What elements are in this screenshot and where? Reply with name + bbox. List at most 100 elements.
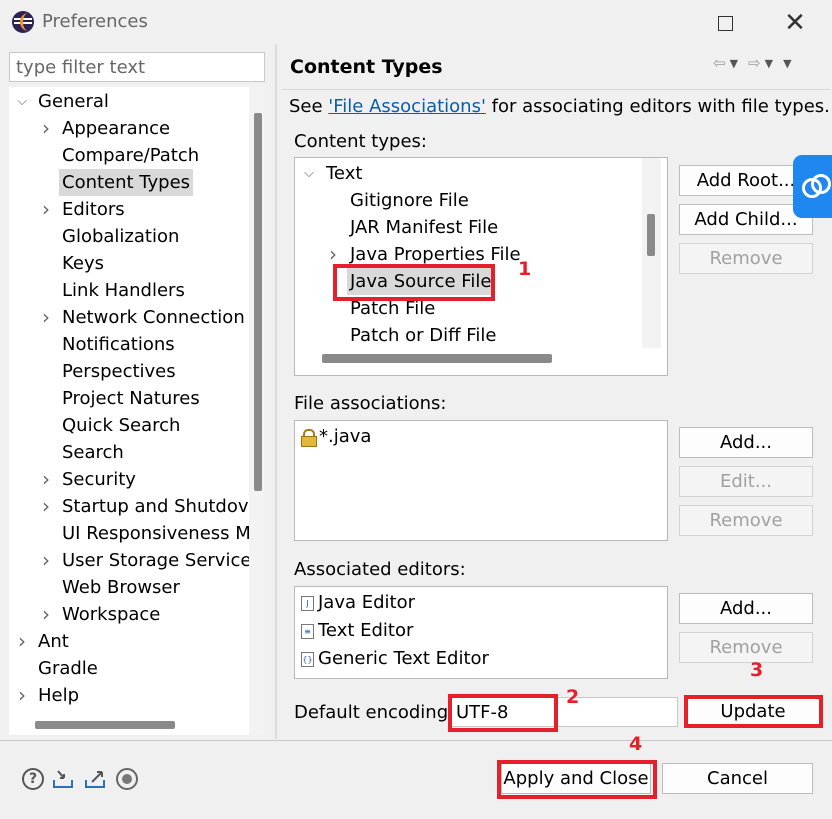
view-menu-icon[interactable]: ▼ — [783, 57, 791, 70]
tree-vertical-scroll-thumb[interactable] — [254, 113, 262, 491]
file-association-label: *.java — [319, 426, 372, 447]
import-icon[interactable] — [52, 768, 74, 790]
tree-item-label: Help — [38, 685, 80, 706]
tree-item-label: Ant — [38, 631, 69, 652]
filter-input[interactable] — [9, 52, 265, 82]
tree-item-startup-and-shutdov[interactable]: › Startup and Shutdov — [9, 493, 249, 520]
chevron-right-icon[interactable]: › — [38, 601, 54, 628]
tree-item-label: Notifications — [62, 334, 175, 355]
annotation-box-update — [684, 695, 823, 728]
tree-item-search[interactable]: Search — [9, 439, 249, 466]
chevron-right-icon[interactable]: › — [38, 493, 54, 520]
content-types-horizontal-scroll-thumb[interactable] — [322, 354, 552, 363]
forward-dropdown-icon[interactable]: ▼ — [765, 57, 773, 70]
tree-item-link-handlers[interactable]: Link Handlers — [9, 277, 249, 304]
tree-item-editors[interactable]: › Editors — [9, 196, 249, 223]
edit-file-association-button[interactable]: Edit... — [679, 466, 813, 497]
tree-item-label: Perspectives — [62, 361, 176, 382]
tree-item-quick-search[interactable]: Quick Search — [9, 412, 249, 439]
annotation-number-4: 4 — [629, 733, 643, 755]
tree-item-globalization[interactable]: Globalization — [9, 223, 249, 250]
tree-item-workspace[interactable]: › Workspace — [9, 601, 249, 628]
tree-item-label: General — [38, 91, 109, 112]
default-encoding-label: Default encoding: — [294, 702, 455, 723]
remove-content-type-button[interactable]: Remove — [679, 243, 813, 274]
associated-editors-list: J Java Editor ≡ Text Editor{} Generic Text E… — [294, 586, 668, 679]
chevron-right-icon[interactable]: › — [38, 466, 54, 493]
tree-item-label: Keys — [62, 253, 105, 274]
window-title: Preferences — [42, 11, 148, 32]
chevron-right-icon[interactable]: › — [14, 682, 30, 709]
tree-item-label: UI Responsiveness M — [62, 523, 251, 544]
export-icon[interactable] — [84, 768, 106, 790]
annotation-box-encoding — [448, 694, 558, 732]
tree-item-keys[interactable]: Keys — [9, 250, 249, 277]
chevron-right-icon[interactable]: › — [38, 547, 54, 574]
tree-item-ui-responsiveness-m[interactable]: UI Responsiveness M — [9, 520, 251, 547]
text-editor-icon: ≡ — [301, 623, 314, 639]
file-association-item[interactable]: *.java — [301, 423, 371, 451]
content-type-label: Gitignore File — [350, 190, 469, 211]
associated-editor-item[interactable]: ≡ Text Editor — [301, 617, 413, 645]
cancel-button[interactable]: Cancel — [662, 763, 813, 794]
chevron-down-icon[interactable]: ⌵ — [301, 160, 317, 187]
forward-arrow-icon[interactable]: ⇨ — [748, 54, 761, 72]
tree-item-label: Gradle — [38, 658, 98, 679]
remove-editor-button[interactable]: Remove — [679, 632, 813, 663]
content-type-patch-or-diff-file[interactable]: Patch or Diff File — [295, 322, 641, 349]
content-type-jar-manifest-file[interactable]: JAR Manifest File — [295, 214, 641, 241]
annotation-number-3: 3 — [750, 659, 764, 681]
associated-editor-label: Text Editor — [318, 620, 414, 641]
back-dropdown-icon[interactable]: ▼ — [730, 57, 738, 70]
tree-item-network-connection[interactable]: › Network Connection — [9, 304, 249, 331]
tree-item-project-natures[interactable]: Project Natures — [9, 385, 249, 412]
tree-item-label: Search — [62, 442, 124, 463]
tree-item-gradle[interactable]: Gradle — [9, 655, 249, 682]
maximize-icon — [717, 15, 733, 31]
chevron-right-icon[interactable]: › — [14, 628, 30, 655]
header-separator — [282, 89, 830, 90]
tree-item-user-storage-service[interactable]: › User Storage Service — [9, 547, 251, 574]
associated-editor-item[interactable]: J Java Editor — [301, 589, 415, 617]
remove-file-association-button[interactable]: Remove — [679, 505, 813, 536]
content-type-gitignore-file[interactable]: Gitignore File — [295, 187, 641, 214]
chevron-right-icon[interactable]: › — [38, 196, 54, 223]
floating-cloud-widget-icon[interactable] — [793, 155, 832, 218]
tree-item-web-browser[interactable]: Web Browser — [9, 574, 249, 601]
chevron-right-icon[interactable]: › — [38, 115, 54, 142]
file-associations-link[interactable]: 'File Associations' — [328, 96, 486, 117]
add-file-association-button[interactable]: Add... — [679, 427, 813, 458]
tree-item-ant[interactable]: › Ant — [9, 628, 249, 655]
content-types-vertical-scroll-thumb[interactable] — [647, 214, 655, 256]
content-type-label: Text — [326, 163, 363, 184]
title-bar: Preferences ✕ — [0, 0, 832, 44]
maximize-button[interactable] — [702, 6, 748, 40]
help-icon[interactable]: ? — [22, 768, 44, 790]
file-associations-list: *.java — [294, 420, 668, 541]
tree-item-security[interactable]: › Security — [9, 466, 249, 493]
tree-horizontal-scroll-thumb[interactable] — [35, 721, 175, 729]
tree-item-label: Project Natures — [62, 388, 200, 409]
tree-item-general[interactable]: ⌵ General — [9, 88, 249, 115]
tree-item-perspectives[interactable]: Perspectives — [9, 358, 249, 385]
tree-item-label: Startup and Shutdov — [62, 496, 249, 517]
tree-item-compare-patch[interactable]: Compare/Patch — [9, 142, 249, 169]
tree-item-appearance[interactable]: › Appearance — [9, 115, 249, 142]
associated-editor-item[interactable]: {} Generic Text Editor — [301, 645, 489, 673]
tree-item-content-types[interactable]: Content Types — [9, 169, 249, 196]
page-title: Content Types — [290, 56, 443, 78]
chevron-down-icon[interactable]: ⌵ — [14, 88, 30, 115]
footer-divider — [0, 740, 832, 741]
tree-item-label: Content Types — [59, 169, 194, 196]
add-editor-button[interactable]: Add... — [679, 593, 813, 624]
pane-splitter[interactable] — [275, 44, 277, 739]
chevron-right-icon[interactable]: › — [38, 304, 54, 331]
close-button[interactable]: ✕ — [772, 6, 818, 40]
tree-item-notifications[interactable]: Notifications — [9, 331, 249, 358]
annotation-box-java-source — [333, 264, 495, 301]
back-arrow-icon[interactable]: ⇦ — [713, 54, 726, 72]
content-type-text[interactable]: ⌵ Text — [295, 160, 641, 187]
oomph-preference-recorder-icon[interactable] — [116, 768, 138, 790]
lock-icon — [301, 429, 317, 447]
tree-item-help[interactable]: › Help — [9, 682, 249, 709]
